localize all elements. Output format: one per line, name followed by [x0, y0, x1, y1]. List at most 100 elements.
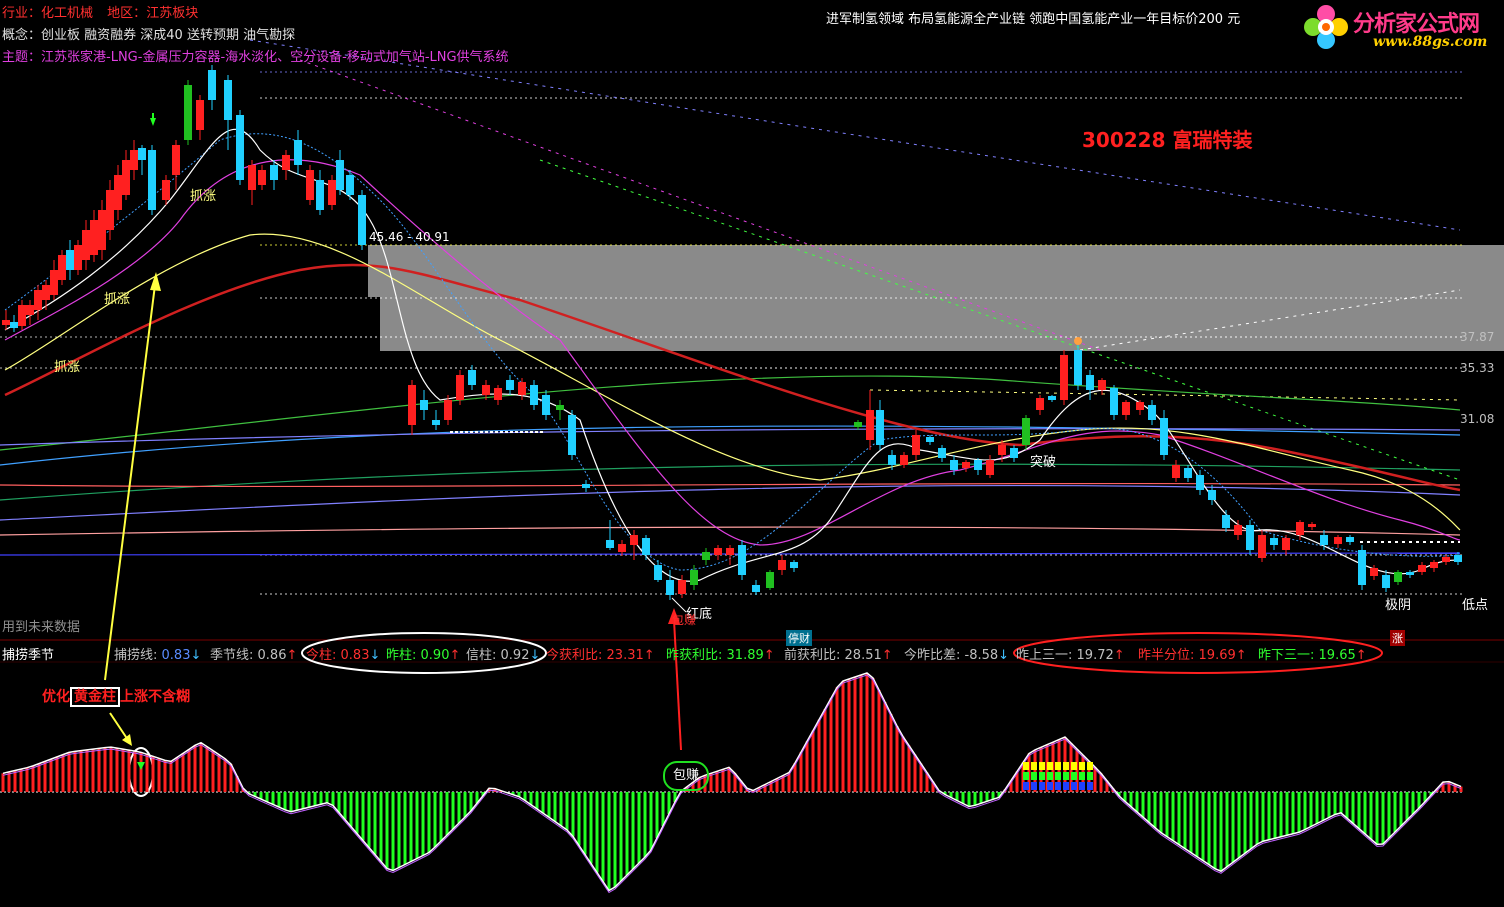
candle-body	[162, 180, 170, 200]
indicator-item: 前获利比: 28.51↑	[784, 644, 893, 663]
golden-column-block	[1079, 782, 1085, 790]
indicator-item-value: 0.83	[157, 648, 191, 663]
candle-body	[444, 400, 452, 420]
indicator-item-value: 0.83	[336, 648, 370, 663]
ma-blue-dotted	[4, 133, 1461, 571]
indicator-item-arrow: ↓	[529, 648, 541, 663]
indicator-item-label: 昨下三一:	[1258, 648, 1315, 663]
concept-label: 概念：	[2, 28, 42, 43]
candle-body	[138, 148, 146, 160]
future-data-label: 用到未来数据	[2, 620, 81, 635]
candle-body	[1022, 418, 1030, 445]
candle-body	[738, 545, 746, 575]
candle-body	[912, 435, 920, 455]
region-label: 地区：	[107, 6, 147, 21]
indicator-item-label: 信柱:	[466, 648, 497, 663]
candle-body	[1184, 468, 1192, 478]
candle-body	[1074, 350, 1082, 385]
candle-body	[494, 388, 502, 400]
indicator-item-arrow: ↑	[643, 648, 655, 663]
candle-body	[582, 484, 590, 488]
golden-column-block	[1039, 782, 1045, 790]
golden-column-block	[1087, 762, 1093, 770]
indicator-item: 昨获利比: 31.89↑	[666, 644, 775, 663]
candle-body	[618, 544, 626, 552]
candle-body	[950, 460, 958, 470]
indicator-item-label: 昨半分位:	[1138, 648, 1195, 663]
candle-body	[106, 190, 114, 230]
indicator-title[interactable]: 捕捞季节	[2, 644, 54, 663]
indicator-item-label: 昨获利比:	[666, 648, 723, 663]
indicator-item-value: 23.31	[602, 648, 644, 663]
golden-column-block	[1087, 772, 1093, 780]
golden-column-block	[1039, 762, 1045, 770]
candle-body	[752, 585, 760, 592]
candle-body	[678, 580, 686, 594]
industry-label: 行业：	[2, 6, 42, 21]
price-label-2: 35.33	[1460, 361, 1495, 375]
candle-body	[66, 250, 74, 270]
candle-body	[408, 385, 416, 425]
golden-column-block	[1063, 762, 1069, 770]
candle-body	[26, 305, 34, 315]
golden-column-block	[1031, 762, 1037, 770]
candle-body	[666, 580, 674, 595]
golden-column-block	[1071, 782, 1077, 790]
candle-body	[1208, 490, 1216, 500]
candle-body	[900, 455, 908, 465]
indicator-item-value: 19.69	[1194, 648, 1236, 663]
indicator-item-arrow: ↑	[881, 648, 893, 663]
golden-column-block	[1079, 762, 1085, 770]
candle-body	[726, 548, 734, 555]
candle-body	[1222, 515, 1230, 528]
candle-body	[1098, 380, 1106, 390]
candle-body	[1136, 402, 1144, 410]
ma-magenta	[4, 159, 1461, 546]
candle-body	[2, 320, 10, 325]
candle-body	[766, 572, 774, 588]
candle-body	[1060, 355, 1068, 400]
up-tag: 涨	[1390, 630, 1405, 646]
grab-rise-label-1: 抓涨	[190, 189, 217, 204]
candle-body	[346, 175, 354, 195]
site-logo[interactable]: 分析家公式网 www.88gs.com	[1303, 2, 1499, 54]
kline-chart[interactable]	[0, 0, 1504, 907]
moving-average-line	[0, 425, 1461, 466]
candle-body	[888, 455, 896, 465]
candle-body	[778, 560, 786, 570]
candle-body	[998, 445, 1006, 455]
candle-body	[642, 538, 650, 555]
candle-body	[294, 140, 302, 165]
candle-body	[1160, 418, 1168, 455]
candle-body	[114, 175, 122, 210]
indicator-item: 捕捞线: 0.83↓	[114, 644, 201, 663]
candle-body	[1122, 402, 1130, 415]
candle-body	[556, 405, 564, 410]
news-headline[interactable]: 进军制氢领域 布局氢能源全产业链 领跑中国氢能产业一年目标价200 元	[826, 8, 1240, 27]
indicator-item: 今昨比差: -8.58↓	[904, 644, 1009, 663]
candle-body	[468, 370, 476, 385]
indicator-item: 信柱: 0.92↓	[466, 644, 540, 663]
candle-body	[938, 448, 946, 458]
candle-body	[224, 80, 232, 120]
candle-body	[74, 245, 82, 270]
golden-column-block	[1047, 782, 1053, 790]
industry-value: 化工机械	[41, 6, 94, 21]
annotation-note-boxed: 黄金柱	[70, 687, 120, 707]
breakthrough-label: 突破	[1030, 455, 1057, 470]
extreme-yin-label: 极阴	[1385, 598, 1412, 613]
flag-marker-icon	[1074, 337, 1082, 345]
annotation-note-suffix: 上涨不含糊	[120, 689, 190, 705]
indicator-item-arrow: ↓	[369, 648, 381, 663]
indicator-item-label: 今昨比差:	[904, 648, 961, 663]
candle-body	[196, 100, 204, 130]
candle-body	[420, 400, 428, 410]
candle-body	[530, 385, 538, 405]
indicator-item-arrow: ↑	[1113, 648, 1125, 663]
candle-body	[432, 420, 440, 425]
golden-column-block	[1055, 772, 1061, 780]
golden-column-block	[1023, 782, 1029, 790]
candle-body	[50, 270, 58, 295]
candle-body	[714, 548, 722, 555]
golden-column-block	[1087, 782, 1093, 790]
